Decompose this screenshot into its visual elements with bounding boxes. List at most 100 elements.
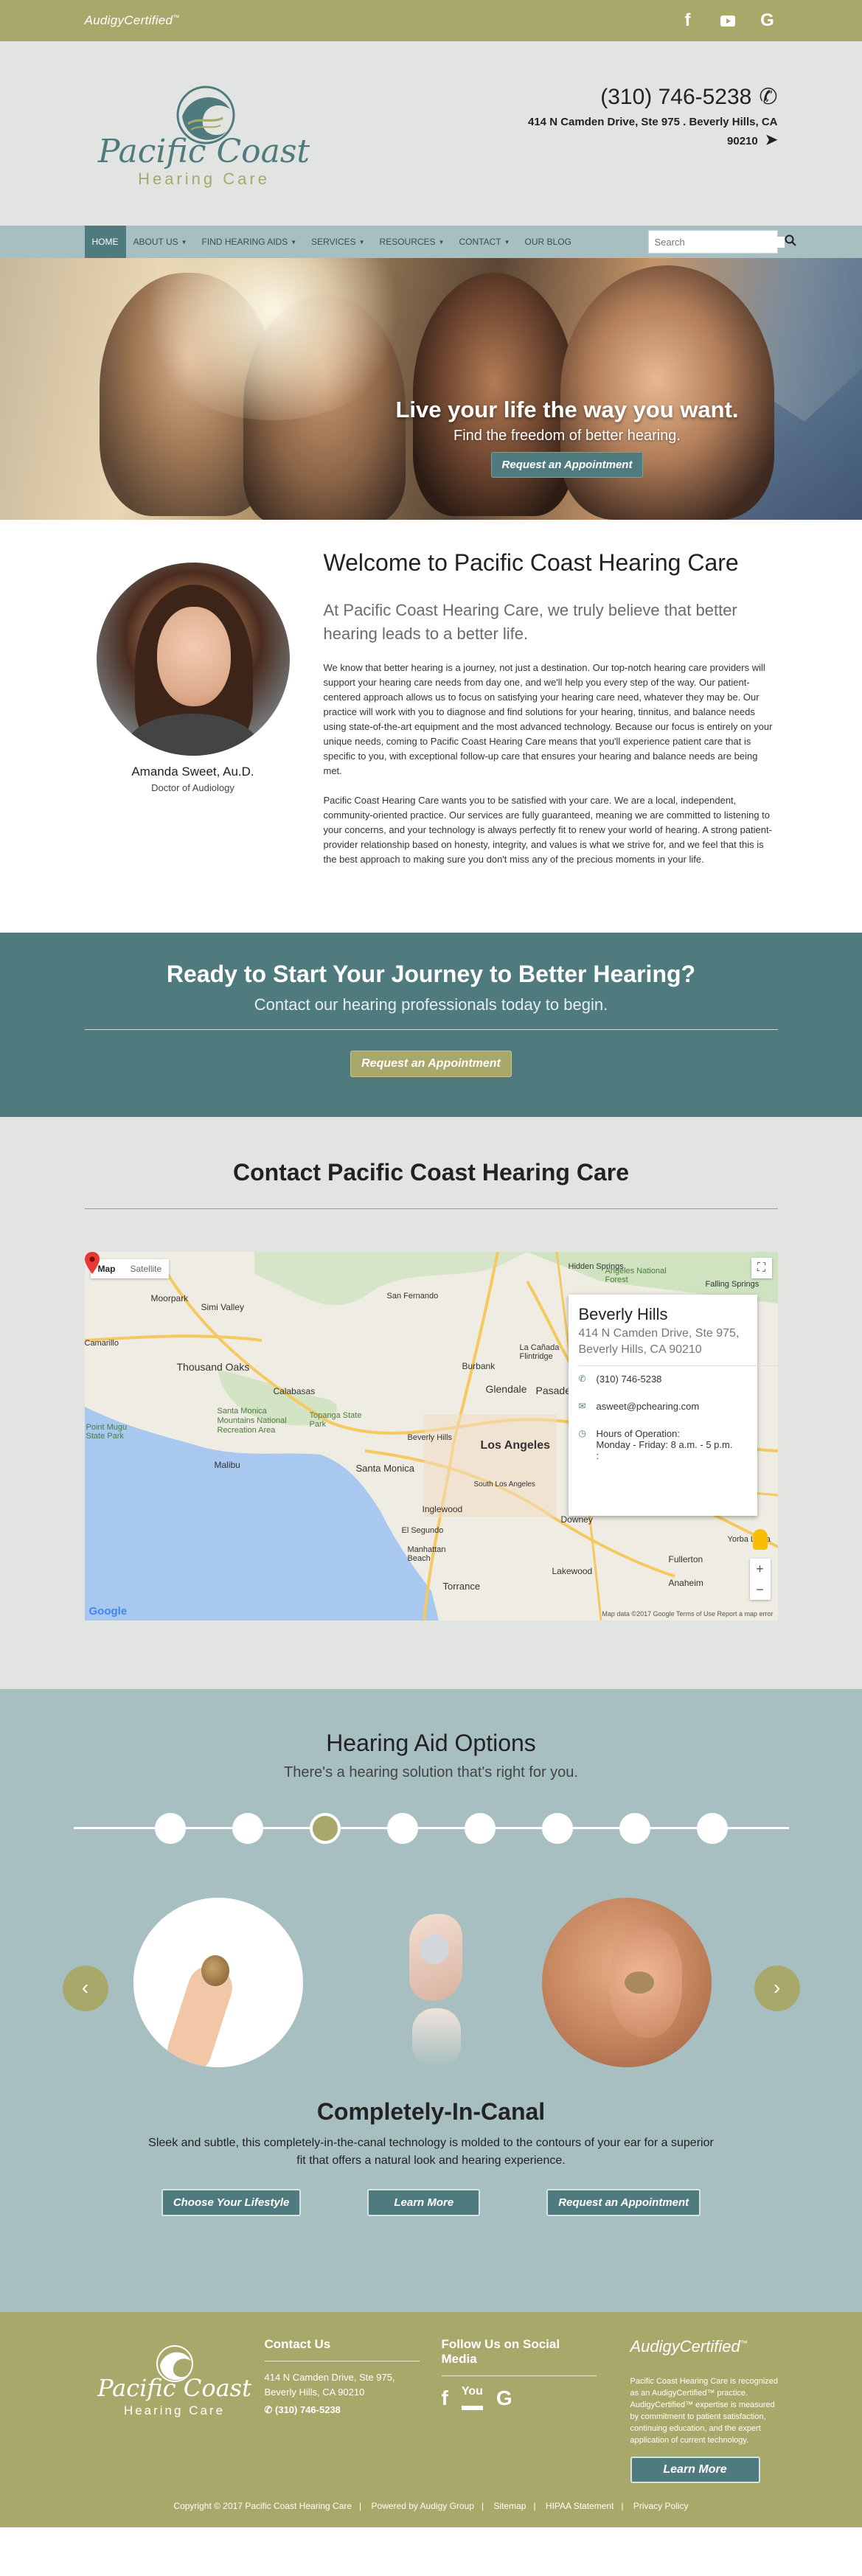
site-header: Pacific Coast Hearing Care (310) 746-523…: [0, 41, 862, 226]
footer-social: Follow Us on Social Media f You G: [441, 2337, 597, 2410]
map-label: Thousand Oaks: [176, 1361, 250, 1373]
location-arrow-icon: ➤: [765, 132, 778, 148]
trademark: ™: [740, 2339, 748, 2348]
info-address: 414 N Camden Drive, Ste 975, Beverly Hil…: [578, 1327, 740, 1356]
stepper-dot[interactable]: [464, 1813, 496, 1844]
map-label: Angeles National Forest: [605, 1267, 667, 1284]
hero-headline: Live your life the way you want.: [395, 397, 739, 422]
logo-subtitle: Hearing Care: [138, 170, 270, 188]
privacy-link[interactable]: Privacy Policy: [633, 2501, 689, 2511]
map-label: Glendale: [485, 1383, 527, 1395]
search-box: [647, 230, 796, 254]
doctor-title: Doctor of Audiology: [151, 782, 234, 793]
hero-photo-person: [560, 265, 774, 520]
trademark: ™: [173, 13, 180, 21]
map-tab-satellite[interactable]: Satellite: [123, 1259, 170, 1278]
google-map[interactable]: Map Satellite ⛶ Simi Valley Moorpark Tho…: [84, 1252, 778, 1621]
site-logo[interactable]: Pacific Coast Hearing Care: [94, 80, 315, 190]
product-image-device: [365, 1898, 535, 2067]
divider: [578, 1365, 778, 1366]
map-label: Topanga State Park: [309, 1411, 362, 1429]
footer-contact-title: Contact Us: [264, 2337, 331, 2351]
stepper-dot[interactable]: [696, 1813, 728, 1844]
stepper-dot[interactable]: [386, 1813, 418, 1844]
nav-about-us[interactable]: ABOUT US ▼: [126, 226, 195, 258]
powered-by-link[interactable]: Powered by Audigy Group: [372, 2501, 474, 2511]
carousel-prev-button[interactable]: ‹: [62, 1966, 108, 2011]
hipaa-link[interactable]: HIPAA Statement: [546, 2501, 614, 2511]
stepper-dot[interactable]: [232, 1813, 263, 1844]
nav-find-hearing-aids[interactable]: FIND HEARING AIDS ▼: [195, 226, 305, 258]
options-request-appointment-button[interactable]: Request an Appointment: [546, 2189, 701, 2216]
info-place-name: Beverly Hills: [578, 1305, 668, 1323]
footer-audigy: AudigyCertified™ Pacific Coast Hearing C…: [630, 2337, 785, 2483]
nav-resources[interactable]: RESOURCES ▼: [372, 226, 452, 258]
footer-phone[interactable]: ✆ (310) 746-5238: [265, 2403, 420, 2417]
map-label: Downey: [560, 1514, 593, 1525]
header-address-line1: 414 N Camden Drive, Ste 975 . Beverly Hi…: [528, 116, 778, 128]
hero-request-appointment-button[interactable]: Request an Appointment: [490, 452, 644, 478]
options-subtitle: There's a hearing solution that's right …: [284, 1764, 578, 1780]
footer-learn-more-button[interactable]: Learn More: [630, 2457, 760, 2483]
stepper-dot[interactable]: [154, 1813, 186, 1844]
caret-down-icon: ▼: [504, 238, 510, 246]
product-description: Sleek and subtle, this completely-in-the…: [148, 2137, 714, 2167]
nav-contact[interactable]: CONTACT ▼: [451, 226, 517, 258]
carousel-next-button[interactable]: ›: [754, 1966, 800, 2011]
sitemap-link[interactable]: Sitemap: [493, 2501, 526, 2511]
choose-lifestyle-button[interactable]: Choose Your Lifestyle: [161, 2189, 302, 2216]
map-label: South Los Angeles: [473, 1480, 535, 1489]
youtube-icon[interactable]: [717, 10, 738, 31]
caret-down-icon: ▼: [291, 238, 297, 246]
footer-audigy-text: AudigyCertified: [630, 2337, 740, 2356]
map-label: Burbank: [462, 1361, 496, 1371]
map-label: Torrance: [442, 1581, 481, 1592]
map-label: Lakewood: [552, 1566, 593, 1576]
cta-request-appointment-button[interactable]: Request an Appointment: [350, 1051, 512, 1077]
stepper-dot[interactable]: [619, 1813, 650, 1844]
phone-icon: ✆: [759, 85, 778, 109]
phone-icon: ✆: [264, 2404, 276, 2415]
nav-services[interactable]: SERVICES ▼: [304, 226, 372, 258]
stepper-dot[interactable]: [541, 1813, 573, 1844]
map-label: Calabasas: [273, 1386, 316, 1396]
product-title: Completely-In-Canal: [316, 2098, 546, 2125]
footer-audigy-logo[interactable]: AudigyCertified™: [630, 2337, 785, 2356]
doctor-portrait: [96, 563, 290, 756]
audigy-certified-logo[interactable]: AudigyCertified™: [85, 13, 180, 28]
map-label: Inglewood: [422, 1504, 463, 1514]
header-address[interactable]: 414 N Camden Drive, Ste 975 . Beverly Hi…: [512, 113, 778, 150]
footer-logo[interactable]: Pacific Coast Hearing Care: [94, 2342, 256, 2430]
map-footer-links[interactable]: Map data ©2017 Google Terms of Use Repor…: [602, 1610, 773, 1618]
map-label: Santa Monica Mountains National Recreati…: [217, 1407, 287, 1435]
facebook-icon[interactable]: f: [442, 2387, 448, 2410]
map-label: Point Mugu State Park: [86, 1423, 128, 1441]
fullscreen-icon[interactable]: ⛶: [751, 1258, 772, 1278]
nav-our-blog[interactable]: OUR BLOG: [518, 226, 579, 258]
learn-more-button[interactable]: Learn More: [367, 2189, 481, 2216]
map-marker-icon[interactable]: [84, 1252, 100, 1274]
stepper-dot[interactable]: [309, 1813, 341, 1844]
welcome-body: Welcome to Pacific Coast Hearing Care At…: [324, 549, 778, 867]
options-title: Hearing Aid Options: [326, 1730, 536, 1756]
product-image-ear: [541, 1898, 712, 2067]
map-label: Falling Springs: [705, 1280, 760, 1289]
facebook-icon[interactable]: f: [678, 10, 698, 31]
google-icon[interactable]: G: [496, 2387, 512, 2410]
youtube-icon[interactable]: You: [461, 2386, 483, 2410]
nav-home[interactable]: HOME: [84, 226, 126, 258]
divider: [441, 2375, 597, 2376]
info-email[interactable]: ✉ asweet@pchearing.com: [579, 1401, 747, 1412]
info-phone[interactable]: ✆ (310) 746-5238: [579, 1374, 747, 1385]
phone-icon: ✆: [578, 1374, 586, 1384]
hero-text: Live your life the way you want. Find th…: [375, 397, 759, 478]
header-phone[interactable]: (310) 746-5238 ✆: [512, 84, 778, 110]
zoom-out-button[interactable]: −: [750, 1579, 771, 1600]
header-phone-text: (310) 746-5238: [600, 84, 752, 109]
zoom-in-button[interactable]: +: [750, 1559, 771, 1579]
search-input[interactable]: [654, 236, 785, 248]
street-view-pegman-icon[interactable]: [752, 1529, 768, 1550]
footer-contact: Contact Us 414 N Camden Drive, Ste 975, …: [264, 2337, 420, 2417]
search-icon[interactable]: [785, 234, 796, 250]
google-icon[interactable]: G: [757, 10, 778, 31]
